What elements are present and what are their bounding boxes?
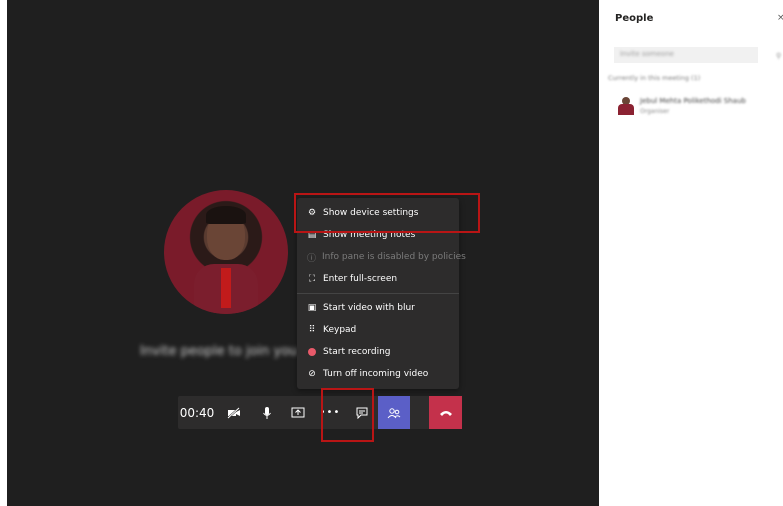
menu-item-info-pane: ⓘ Info pane is disabled by policies (297, 246, 466, 268)
menu-item-start-video-with-blur[interactable]: ▣ Start video with blur (297, 297, 459, 319)
chat-button[interactable] (346, 396, 378, 429)
participant-avatar (164, 190, 288, 314)
menu-divider (297, 293, 459, 294)
call-toolbar: 00:40 ••• (178, 396, 462, 429)
close-icon[interactable]: × (777, 13, 783, 23)
menu-item-label: Start video with blur (323, 303, 415, 313)
hang-up-button[interactable] (429, 396, 462, 429)
invite-search-input[interactable]: Invite someone (614, 47, 758, 63)
menu-item-label: Show meeting notes (323, 230, 416, 240)
share-screen-button[interactable] (282, 396, 314, 429)
gear-icon: ⚙ (307, 208, 317, 218)
more-actions-menu: ⚙ Show device settings ▤ Show meeting no… (297, 198, 466, 389)
call-timer: 00:40 (179, 405, 215, 420)
menu-item-label: Enter full-screen (323, 274, 398, 284)
menu-item-show-meeting-notes[interactable]: ▤ Show meeting notes (297, 224, 459, 246)
menu-item-label: Show device settings (323, 208, 419, 218)
participants-section-header[interactable]: Currently in this meeting (1) (608, 74, 700, 82)
more-actions-button[interactable]: ••• (314, 396, 346, 429)
panel-title: People (615, 13, 654, 24)
people-icon (387, 407, 401, 418)
menu-item-start-recording[interactable]: Start recording (297, 341, 459, 363)
menu-item-label: Start recording (323, 347, 391, 357)
search-placeholder: Invite someone (620, 50, 674, 58)
search-icon[interactable]: ⚲ (776, 52, 781, 60)
participant-name[interactable]: Jebul Mehta Polikethodi Shaub (640, 97, 746, 105)
menu-item-label: Turn off incoming video (323, 369, 429, 379)
people-panel: People × Invite someone ⚲ Currently in t… (600, 0, 783, 506)
fullscreen-icon: ⛶ (308, 274, 316, 284)
mic-icon (263, 406, 271, 419)
menu-item-label: Info pane is disabled by policies (322, 252, 466, 262)
menu-item-keypad[interactable]: ⠿ Keypad (297, 319, 459, 341)
blur-icon: ▣ (307, 303, 317, 313)
record-icon (307, 348, 317, 356)
video-off-icon: ⊘ (308, 369, 316, 379)
menu-item-enter-full-screen[interactable]: ⛶ Enter full-screen (297, 268, 459, 290)
share-screen-icon (291, 407, 305, 417)
invite-text: Invite people to join you (140, 344, 298, 359)
mic-toggle-button[interactable] (252, 396, 282, 429)
info-icon: ⓘ (307, 253, 317, 264)
hang-up-icon (439, 410, 452, 416)
chat-icon (356, 407, 368, 419)
camera-toggle-button[interactable] (216, 396, 252, 429)
people-button[interactable] (378, 396, 410, 429)
avatar (618, 97, 634, 115)
menu-item-turn-off-incoming-video[interactable]: ⊘ Turn off incoming video (297, 363, 459, 385)
keypad-icon: ⠿ (308, 325, 316, 335)
participant-role: Organiser (640, 108, 670, 115)
camera-off-icon (227, 406, 240, 419)
menu-item-show-device-settings[interactable]: ⚙ Show device settings (297, 202, 459, 224)
menu-item-label: Keypad (323, 325, 357, 335)
notes-icon: ▤ (307, 230, 317, 240)
